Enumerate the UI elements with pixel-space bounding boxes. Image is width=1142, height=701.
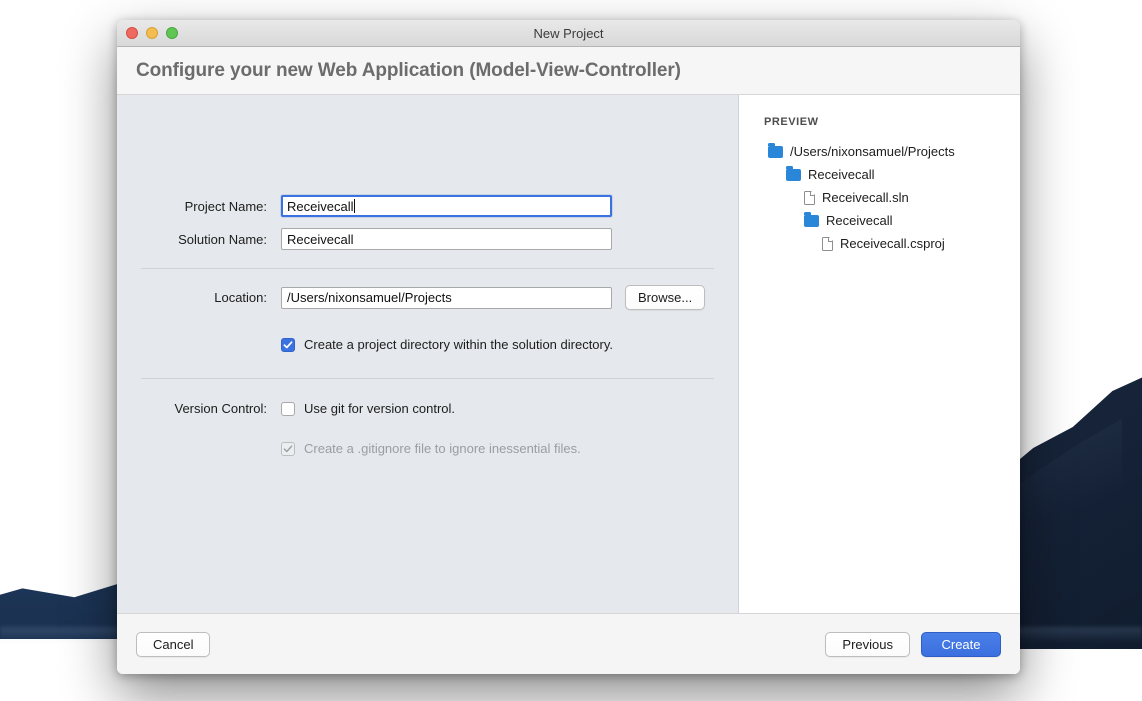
cancel-button[interactable]: Cancel [136,632,210,657]
project-directory-label: Create a project directory within the so… [304,337,613,352]
star [1112,170,1114,172]
browse-button[interactable]: Browse... [625,285,705,310]
form-pane: Project Name: Receivecall Solution Name:… [117,95,739,613]
page-title: Configure your new Web Application (Mode… [136,60,681,82]
create-button[interactable]: Create [921,632,1001,657]
solution-name-label: Solution Name: [141,232,281,247]
star [52,38,54,40]
text-caret [354,199,355,213]
location-row: Location: /Users/nixonsamuel/Projects Br… [117,285,738,310]
project-name-label: Project Name: [141,199,281,214]
star [30,160,32,162]
desktop-background: New Project Configure your new Web Appli… [0,0,1142,701]
sheet-header: Configure your new Web Application (Mode… [117,47,1020,95]
checkmark-icon [283,340,293,350]
preview-heading: PREVIEW [764,116,1020,128]
close-button[interactable] [126,27,138,39]
divider [141,378,714,379]
sheet-footer: Cancel Previous Create [117,613,1020,674]
window-title: New Project [117,26,1020,41]
window-titlebar[interactable]: New Project [117,20,1020,47]
previous-button[interactable]: Previous [825,632,910,657]
solution-name-row: Solution Name: Receivecall [117,228,738,250]
tree-item-sln-file[interactable]: Receivecall.sln [764,186,1020,209]
folder-icon [804,215,819,227]
tree-item-label: Receivecall.csproj [840,236,945,251]
star [1097,46,1099,48]
star [1046,146,1048,148]
folder-icon [768,146,783,158]
project-directory-row: Create a project directory within the so… [117,337,738,352]
star [1118,120,1120,122]
project-name-row: Project Name: Receivecall [117,195,738,217]
project-name-value: Receivecall [287,199,353,214]
footer-actions: Previous Create [825,632,1001,657]
tree-item-csproj-file[interactable]: Receivecall.csproj [764,232,1020,255]
gitignore-checkbox [281,442,295,456]
new-project-window: New Project Configure your new Web Appli… [117,20,1020,674]
tree-item-project-folder[interactable]: Receivecall [764,209,1020,232]
star [1126,62,1128,64]
zoom-button[interactable] [166,27,178,39]
divider [141,268,714,269]
file-icon [822,237,833,251]
star [1030,108,1032,110]
folder-icon [786,169,801,181]
file-icon [804,191,815,205]
solution-name-value: Receivecall [287,232,353,247]
tree-item-label: Receivecall [808,167,874,182]
use-git-label: Use git for version control. [304,401,455,416]
tree-item-label: Receivecall.sln [822,190,909,205]
gitignore-row: Create a .gitignore file to ignore iness… [117,441,738,456]
window-controls [126,27,178,39]
preview-pane: PREVIEW /Users/nixonsamuel/Projects Rece… [739,95,1020,613]
location-input[interactable]: /Users/nixonsamuel/Projects [281,287,612,309]
tree-item-label: /Users/nixonsamuel/Projects [790,144,955,159]
tree-item-solution-folder[interactable]: Receivecall [764,163,1020,186]
tree-item-projects-folder[interactable]: /Users/nixonsamuel/Projects [764,140,1020,163]
gitignore-label: Create a .gitignore file to ignore iness… [304,441,581,456]
star [1075,28,1077,30]
solution-name-input[interactable]: Receivecall [281,228,612,250]
star [1084,132,1086,134]
sheet-body: Project Name: Receivecall Solution Name:… [117,95,1020,613]
minimize-button[interactable] [146,27,158,39]
form-rows: Project Name: Receivecall Solution Name:… [117,95,738,456]
use-git-checkbox[interactable] [281,402,295,416]
project-name-input[interactable]: Receivecall [281,195,612,217]
star [94,70,96,72]
star [1058,92,1060,94]
use-git-row: Version Control: Use git for version con… [117,401,738,416]
location-label: Location: [141,290,281,305]
checkmark-icon [283,444,293,454]
tree-item-label: Receivecall [826,213,892,228]
location-value: /Users/nixonsamuel/Projects [287,290,452,305]
version-control-label: Version Control: [141,401,281,416]
project-directory-checkbox[interactable] [281,338,295,352]
